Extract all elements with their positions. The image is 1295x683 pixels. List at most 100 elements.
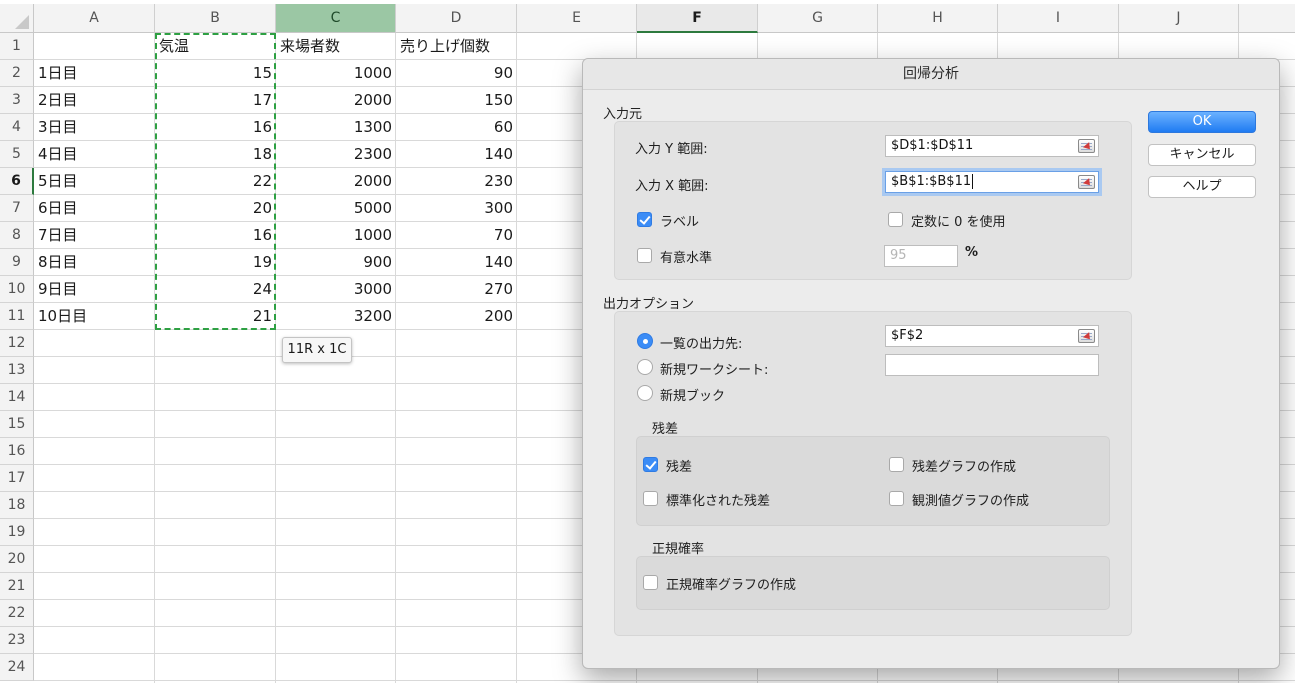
cell-d7[interactable]: 300: [396, 195, 517, 222]
row-header-2[interactable]: 2: [0, 60, 34, 87]
cell-d4[interactable]: 60: [396, 114, 517, 141]
row-header-13[interactable]: 13: [0, 357, 34, 384]
cell-d5[interactable]: 140: [396, 141, 517, 168]
cell-c7[interactable]: 5000: [276, 195, 396, 222]
column-header-d[interactable]: D: [396, 4, 517, 33]
new-worksheet-radio[interactable]: [637, 359, 653, 375]
row-header-3[interactable]: 3: [0, 87, 34, 114]
ok-button[interactable]: OK: [1148, 111, 1256, 133]
normal-probability-plots-label[interactable]: 正規確率グラフの作成: [666, 574, 796, 593]
input-x-range-field[interactable]: $B$1:$B$11: [885, 171, 1099, 193]
column-header-j[interactable]: J: [1119, 4, 1239, 33]
row-header-12[interactable]: 12: [0, 330, 34, 357]
cell-d8[interactable]: 70: [396, 222, 517, 249]
cell-c9[interactable]: 900: [276, 249, 396, 276]
cell-c10[interactable]: 3000: [276, 276, 396, 303]
confidence-level-checkbox[interactable]: [637, 248, 652, 263]
cell-c11[interactable]: 3200: [276, 303, 396, 330]
new-worksheet-label[interactable]: 新規ワークシート:: [660, 359, 768, 378]
cell-c2[interactable]: 1000: [276, 60, 396, 87]
cell-c5[interactable]: 2300: [276, 141, 396, 168]
constant-zero-checkbox-label[interactable]: 定数に 0 を使用: [911, 211, 1006, 230]
row-header-14[interactable]: 14: [0, 384, 34, 411]
normal-probability-plots-checkbox[interactable]: [643, 575, 658, 590]
cell-d9[interactable]: 140: [396, 249, 517, 276]
cell-a2[interactable]: 1日目: [34, 60, 155, 87]
cell-c1[interactable]: 来場者数: [276, 33, 396, 60]
row-header-4[interactable]: 4: [0, 114, 34, 141]
new-worksheet-name-field[interactable]: [885, 354, 1099, 376]
row-header-16[interactable]: 16: [0, 438, 34, 465]
cell-a11[interactable]: 10日目: [34, 303, 155, 330]
row-header-9[interactable]: 9: [0, 249, 34, 276]
cell-c3[interactable]: 2000: [276, 87, 396, 114]
residuals-checkbox[interactable]: [643, 457, 658, 472]
cell-a7[interactable]: 6日目: [34, 195, 155, 222]
column-header-g[interactable]: G: [758, 4, 878, 33]
output-range-label[interactable]: 一覧の出力先:: [660, 333, 742, 352]
cell-d10[interactable]: 270: [396, 276, 517, 303]
row-header-20[interactable]: 20: [0, 546, 34, 573]
cell-d6[interactable]: 230: [396, 168, 517, 195]
row-header-24[interactable]: 24: [0, 654, 34, 681]
row-header-17[interactable]: 17: [0, 465, 34, 492]
cell-d3[interactable]: 150: [396, 87, 517, 114]
range-select-icon[interactable]: [1078, 175, 1095, 189]
constant-zero-checkbox[interactable]: [888, 212, 903, 227]
cell-c4[interactable]: 1300: [276, 114, 396, 141]
row-header-15[interactable]: 15: [0, 411, 34, 438]
new-workbook-label[interactable]: 新規ブック: [660, 385, 725, 404]
row-header-1[interactable]: 1: [0, 33, 34, 60]
cell-a9[interactable]: 8日目: [34, 249, 155, 276]
standardized-residuals-checkbox[interactable]: [643, 491, 658, 506]
column-header-c[interactable]: C: [276, 4, 396, 33]
cell-a4[interactable]: 3日目: [34, 114, 155, 141]
standardized-residuals-label[interactable]: 標準化された残差: [666, 490, 770, 509]
new-workbook-radio[interactable]: [637, 385, 653, 401]
input-y-range-field[interactable]: $D$1:$D$11: [885, 135, 1099, 157]
cell-a6[interactable]: 5日目: [34, 168, 155, 195]
range-select-icon[interactable]: [1078, 139, 1095, 153]
row-header-23[interactable]: 23: [0, 627, 34, 654]
cell-a5[interactable]: 4日目: [34, 141, 155, 168]
range-select-icon[interactable]: [1078, 329, 1095, 343]
select-all-corner[interactable]: [0, 4, 34, 33]
cell-d11[interactable]: 200: [396, 303, 517, 330]
residual-plots-label[interactable]: 残差グラフの作成: [912, 456, 1016, 475]
confidence-level-field[interactable]: 95: [884, 245, 958, 267]
labels-checkbox[interactable]: [637, 212, 652, 227]
help-button[interactable]: ヘルプ: [1148, 176, 1256, 198]
row-header-8[interactable]: 8: [0, 222, 34, 249]
cell-a3[interactable]: 2日目: [34, 87, 155, 114]
row-header-21[interactable]: 21: [0, 573, 34, 600]
column-header-e[interactable]: E: [517, 4, 637, 33]
confidence-level-label[interactable]: 有意水準: [660, 247, 712, 266]
regression-dialog[interactable]: 回帰分析 入力元 入力 Y 範囲: $D$1:$D$11 入力 X 範囲: $B…: [582, 58, 1280, 669]
column-header-a[interactable]: A: [34, 4, 155, 33]
row-header-7[interactable]: 7: [0, 195, 34, 222]
labels-checkbox-label[interactable]: ラベル: [660, 211, 699, 230]
cancel-button[interactable]: キャンセル: [1148, 144, 1256, 166]
line-fit-plots-checkbox[interactable]: [889, 491, 904, 506]
cell-c6[interactable]: 2000: [276, 168, 396, 195]
row-header-22[interactable]: 22: [0, 600, 34, 627]
cell-d2[interactable]: 90: [396, 60, 517, 87]
output-range-field[interactable]: $F$2: [885, 325, 1099, 347]
output-range-radio[interactable]: [637, 333, 653, 349]
residual-plots-checkbox[interactable]: [889, 457, 904, 472]
column-header-f[interactable]: F: [637, 4, 758, 33]
row-header-6[interactable]: 6: [0, 168, 34, 195]
row-header-19[interactable]: 19: [0, 519, 34, 546]
cell-d1[interactable]: 売り上げ個数: [396, 33, 517, 60]
cell-a8[interactable]: 7日目: [34, 222, 155, 249]
residuals-checkbox-label[interactable]: 残差: [666, 456, 692, 475]
cell-c8[interactable]: 1000: [276, 222, 396, 249]
column-header-i[interactable]: I: [998, 4, 1119, 33]
row-header-18[interactable]: 18: [0, 492, 34, 519]
row-header-11[interactable]: 11: [0, 303, 34, 330]
column-header-b[interactable]: B: [155, 4, 276, 33]
cell-a10[interactable]: 9日目: [34, 276, 155, 303]
row-header-10[interactable]: 10: [0, 276, 34, 303]
row-header-5[interactable]: 5: [0, 141, 34, 168]
column-header-h[interactable]: H: [878, 4, 998, 33]
